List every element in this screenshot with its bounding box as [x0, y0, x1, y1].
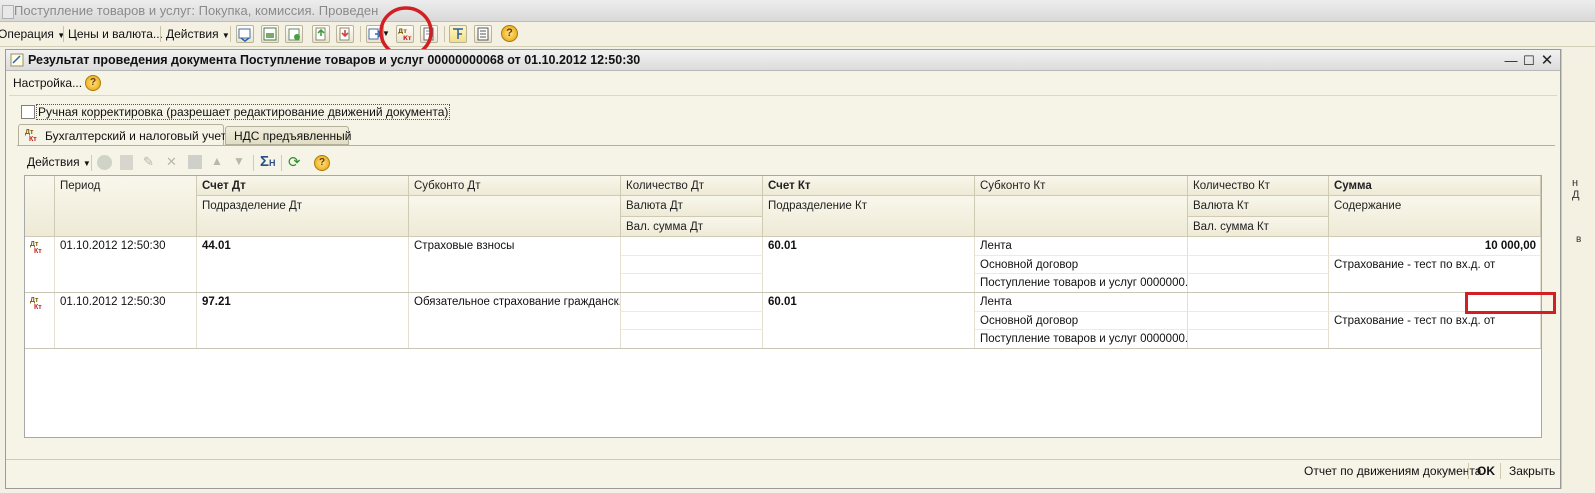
close-button[interactable]: Закрыть: [1509, 464, 1555, 478]
header-division-dt[interactable]: Подразделение Дт: [197, 196, 409, 237]
outer-document-right-stub: нД в: [1561, 49, 1595, 489]
upload-doc-icon[interactable]: [312, 25, 330, 43]
settings-button[interactable]: Настройка...: [13, 76, 82, 90]
tab-accounting[interactable]: Дт Кт Бухгалтерский и налоговый учет: [18, 124, 227, 146]
cell-subconto-kt-1[interactable]: Лента: [975, 293, 1188, 312]
settings-bar: Настройка... ?: [9, 73, 1557, 96]
manual-correction-checkbox[interactable]: [21, 105, 35, 119]
grid-toolbar: Действия ▼ ✎ ✕ ▲ ▼ ΣH ⟳ ?: [25, 153, 1545, 173]
header-subconto-dt-blank: [409, 196, 621, 237]
dt-kt-icon: Дт Кт: [25, 129, 37, 143]
structure-icon[interactable]: [449, 25, 467, 43]
cell-currency-dt[interactable]: [621, 256, 763, 274]
cell-subconto-kt-3[interactable]: Поступление товаров и услуг 0000000...: [975, 274, 1188, 293]
cell-subconto-kt-2[interactable]: Основной договор: [975, 256, 1188, 274]
cell-content[interactable]: Страхование - тест по вх.д. от: [1329, 256, 1541, 293]
maximize-icon[interactable]: ☐: [1521, 53, 1537, 68]
move-up-icon[interactable]: ▲: [211, 154, 223, 168]
outer-window-title: Поступление товаров и услуг: Покупка, ко…: [0, 0, 1595, 22]
tab-accounting-label: Бухгалтерский и налоговый учет: [45, 129, 227, 143]
cell-subconto-kt-2[interactable]: Основной договор: [975, 312, 1188, 330]
cell-period[interactable]: 01.10.2012 12:50:30: [55, 237, 197, 293]
cell-account-dt[interactable]: 44.01: [197, 237, 409, 293]
dt-kt-row-icon: Дт Кт: [25, 293, 55, 349]
dt-kt-row-icon: Дт Кт: [25, 237, 55, 293]
header-subconto-kt-blank: [975, 196, 1188, 237]
help-icon[interactable]: ?: [314, 155, 330, 171]
copy-icon[interactable]: [120, 155, 133, 170]
header-quantity-kt[interactable]: Количество Кт: [1188, 176, 1329, 196]
help-icon[interactable]: ?: [85, 75, 101, 91]
header-currency-dt[interactable]: Валюта Дт: [621, 196, 763, 217]
header-quantity-dt[interactable]: Количество Дт: [621, 176, 763, 196]
tab-vat[interactable]: НДС предъявленный: [225, 126, 352, 145]
movements-table: Период Счет Дт Подразделение Дт Субконто…: [24, 175, 1542, 438]
cropped-text-fragment: нД: [1572, 177, 1580, 201]
header-cur-sum-dt[interactable]: Вал. сумма Дт: [621, 217, 763, 237]
help-icon[interactable]: ?: [501, 25, 518, 42]
cell-quantity-kt[interactable]: [1188, 237, 1329, 256]
header-currency-kt[interactable]: Валюта Кт: [1188, 196, 1329, 217]
highlight-rect-annotation: [1465, 292, 1556, 314]
delete-icon[interactable]: ✕: [166, 154, 177, 170]
move-down-icon[interactable]: ▼: [233, 154, 245, 168]
operation-menu[interactable]: Операция ▼: [0, 25, 65, 43]
cell-account-kt[interactable]: 60.01: [763, 237, 975, 293]
save-icon[interactable]: [188, 155, 202, 169]
cell-quantity-dt[interactable]: [621, 293, 763, 312]
cell-cur-sum-kt[interactable]: [1188, 330, 1329, 349]
cell-subconto-kt-1[interactable]: Лента: [975, 237, 1188, 256]
cell-period[interactable]: 01.10.2012 12:50:30: [55, 293, 197, 349]
cell-subconto-dt[interactable]: Страховые взносы: [409, 237, 621, 293]
cell-cur-sum-kt[interactable]: [1188, 274, 1329, 293]
ok-button[interactable]: OK: [1477, 464, 1495, 478]
cell-subconto-dt[interactable]: Обязательное страхование гражданск...: [409, 293, 621, 349]
minimize-icon[interactable]: —: [1503, 53, 1519, 68]
grid-actions-menu[interactable]: Действия ▼: [27, 155, 91, 169]
cell-cur-sum-dt[interactable]: [621, 274, 763, 293]
cell-account-kt[interactable]: 60.01: [763, 293, 975, 349]
cell-sum[interactable]: 10 000,00: [1329, 237, 1541, 256]
cell-currency-kt[interactable]: [1188, 256, 1329, 274]
header-subconto-dt[interactable]: Субконто Дт: [409, 176, 621, 196]
header-period[interactable]: Период: [55, 176, 197, 237]
prices-currency-button[interactable]: Цены и валюта...: [68, 25, 163, 43]
header-division-kt[interactable]: Подразделение Кт: [763, 196, 975, 237]
refresh-icon[interactable]: ⟳: [288, 153, 301, 171]
header-cur-sum-kt[interactable]: Вал. сумма Кт: [1188, 217, 1329, 237]
header-account-kt[interactable]: Счет Кт: [763, 176, 975, 196]
close-icon[interactable]: ✕: [1539, 53, 1555, 68]
cell-cur-sum-dt[interactable]: [621, 330, 763, 349]
post-icon[interactable]: [236, 25, 254, 43]
cropped-text-fragment-2: в: [1576, 234, 1582, 245]
add-icon[interactable]: [97, 155, 112, 170]
header-account-dt[interactable]: Счет Дт: [197, 176, 409, 196]
list-icon[interactable]: [474, 25, 492, 43]
cell-subconto-kt-3[interactable]: Поступление товаров и услуг 0000000...: [975, 330, 1188, 349]
document-icon: [2, 5, 14, 19]
cell-currency-kt[interactable]: [1188, 312, 1329, 330]
posting-result-title: Результат проведения документа Поступлен…: [6, 50, 1560, 71]
header-subconto-kt[interactable]: Субконто Кт: [975, 176, 1188, 196]
header-icon-column: [25, 176, 55, 237]
download-doc-icon[interactable]: [336, 25, 354, 43]
outer-actions-menu[interactable]: Действия ▼: [166, 25, 230, 43]
cell-currency-dt[interactable]: [621, 312, 763, 330]
cell-quantity-kt[interactable]: [1188, 293, 1329, 312]
edit-icon[interactable]: ✎: [143, 154, 154, 170]
outer-toolbar: Операция ▼ Цены и валюта... Действия ▼ ▼…: [0, 22, 1595, 47]
header-sum[interactable]: Сумма: [1329, 176, 1541, 196]
copy-doc-icon[interactable]: [285, 25, 303, 43]
save-doc-icon[interactable]: [261, 25, 279, 43]
cell-account-dt[interactable]: 97.21: [197, 293, 409, 349]
cell-content[interactable]: Страхование - тест по вх.д. от: [1329, 312, 1541, 349]
manual-correction-label[interactable]: Ручная корректировка (разрешает редактир…: [36, 104, 451, 120]
movements-report-link[interactable]: Отчет по движениям документа: [1304, 464, 1481, 478]
tab-vat-label: НДС предъявленный: [234, 129, 352, 143]
sum-icon[interactable]: ΣH: [260, 153, 276, 170]
cell-quantity-dt[interactable]: [621, 237, 763, 256]
header-content[interactable]: Содержание: [1329, 196, 1541, 237]
dt-kt-window-icon: [10, 53, 24, 67]
